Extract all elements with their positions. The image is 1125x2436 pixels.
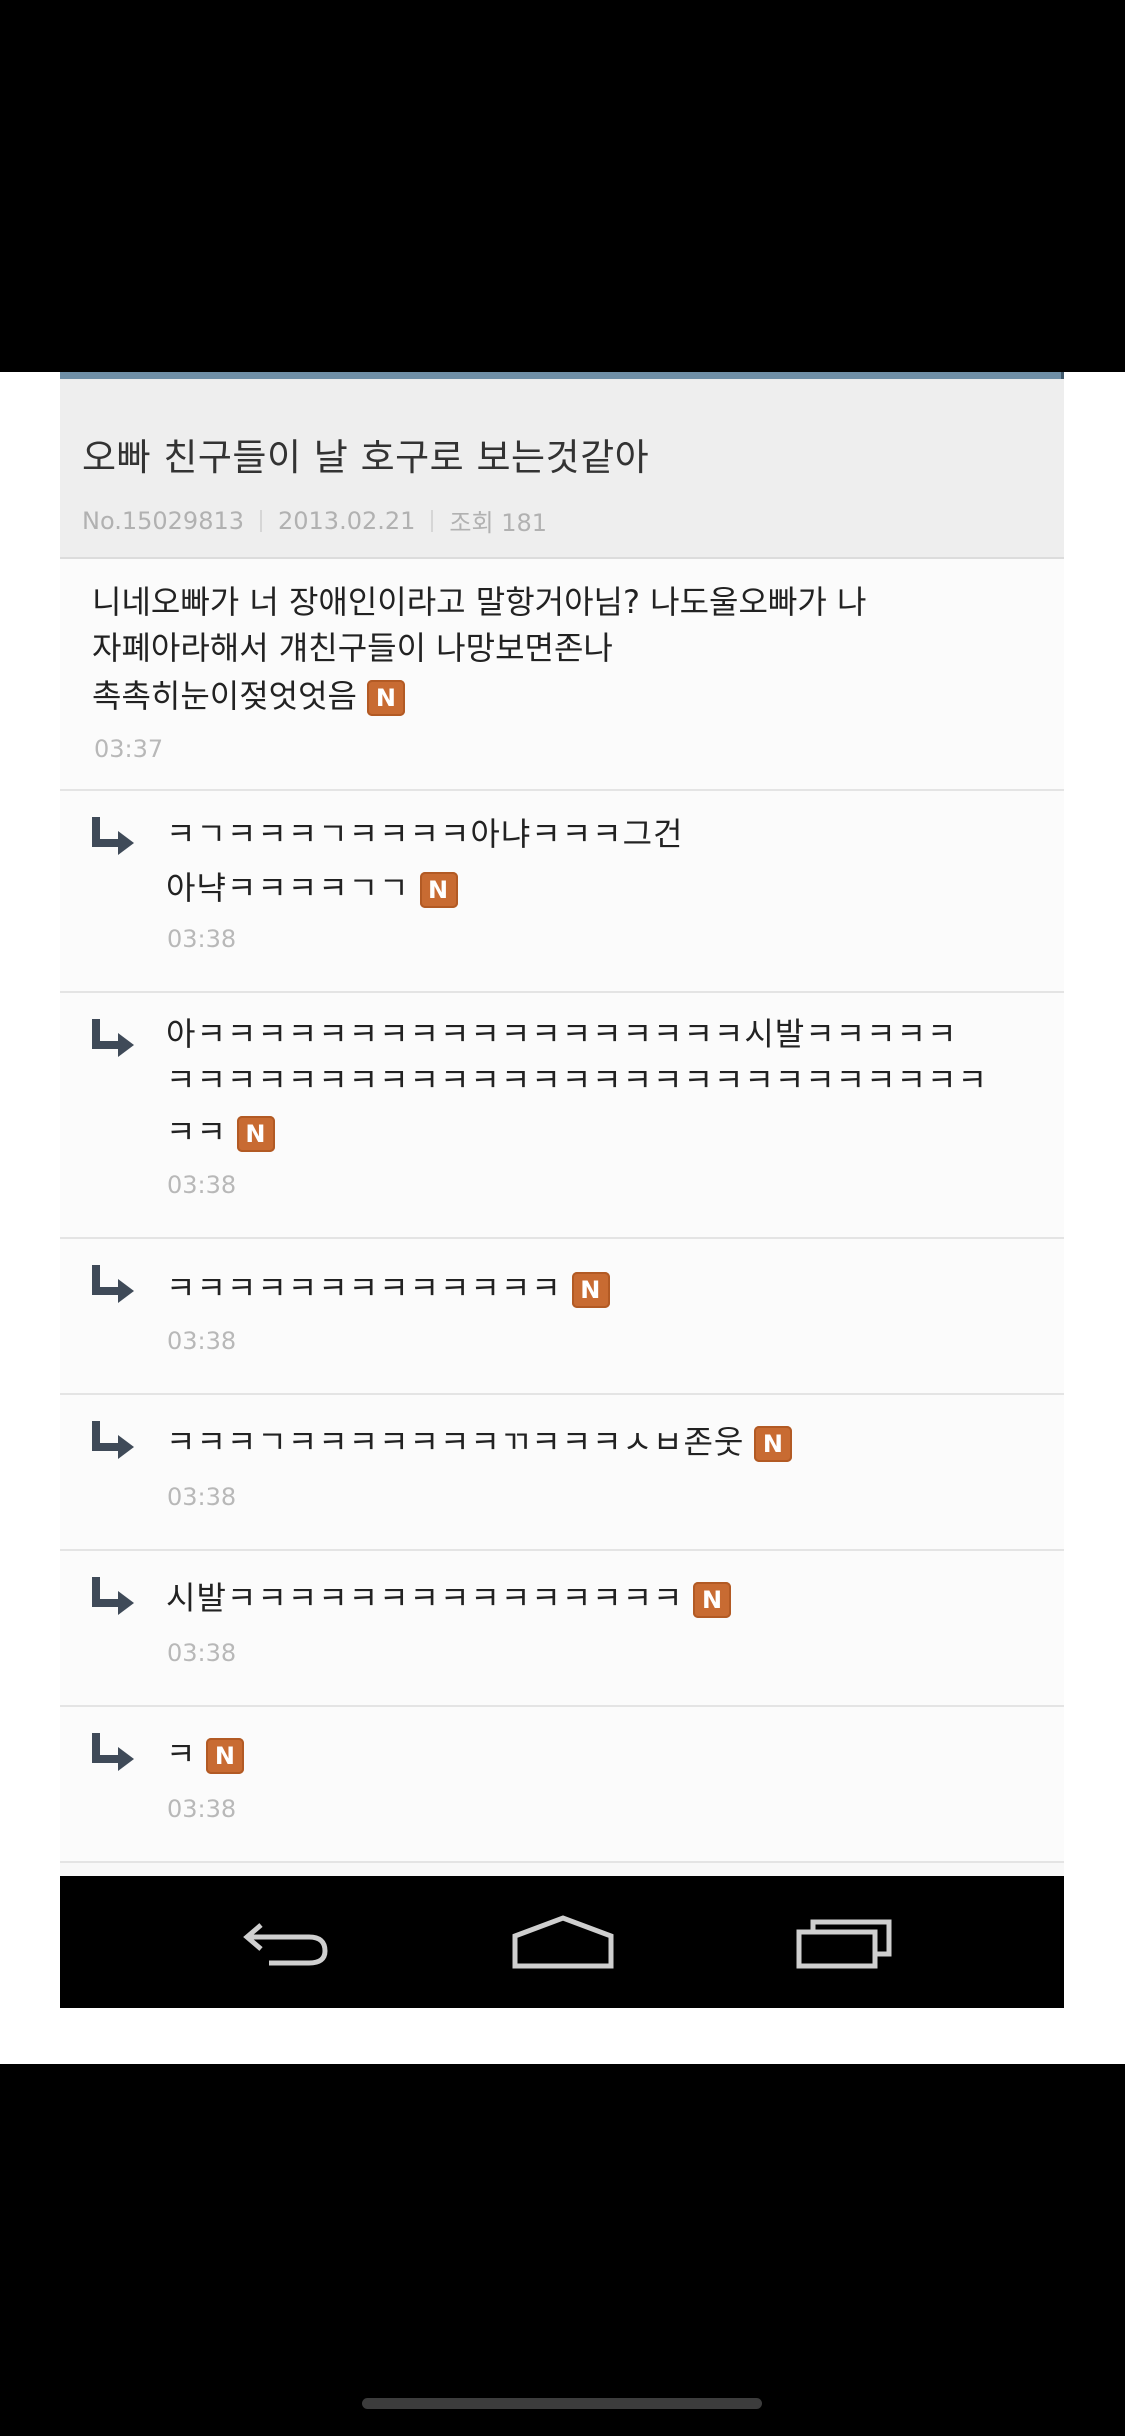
new-badge: N [419, 872, 458, 908]
reply-item[interactable]: ㅋㅋㅋㄱㅋㅋㅋㅋㅋㅋㅋㄲㅋㅋㅋㅅㅂ존웃 N 03:38 [60, 1395, 1064, 1551]
reply-text-line: ㅋㄱㅋㅋㅋㄱㅋㅋㅋㅋ아냐ㅋㅋㅋ그건 [166, 815, 684, 853]
meta-divider [260, 509, 262, 532]
post-header: 오빠 친구들이 날 호구로 보는것같아 No.15029813 2013.02.… [60, 379, 1064, 559]
reply-text: 아냑ㅋㅋㅋㅋㄱㄱ [166, 869, 410, 907]
reply-text: 시발ㅋㅋㅋㅋㅋㅋㅋㅋㅋㅋㅋㅋㅋㅋㅋ [166, 1579, 684, 1617]
recent-apps-button[interactable] [790, 1906, 900, 1978]
top-accent-line [60, 372, 1064, 379]
recent-apps-icon [796, 1919, 892, 1969]
home-indicator[interactable] [362, 2398, 762, 2409]
new-badge: N [754, 1426, 793, 1462]
post-body-line-text: 촉촉히눈이젖엇엇음 [92, 677, 357, 715]
reply-text-line: 아냑ㅋㅋㅋㅋㄱㄱ N [166, 863, 458, 909]
reply-text-line: ㅋㅋㅋㅋㅋㅋㅋㅋㅋㅋㅋㅋㅋㅋㅋㅋㅋㅋㅋㅋㅋㅋㅋㅋㅋㅋㅋ [166, 1061, 988, 1099]
reply-time: 03:38 [167, 925, 237, 953]
home-button[interactable] [508, 1906, 618, 1978]
new-badge: N [693, 1582, 732, 1618]
post-body: 니네오빠가 너 장애인이라고 말항거아님? 나도울오빠가 나 자폐아라해서 걔친… [60, 559, 1064, 791]
reply-arrow-icon [92, 1733, 134, 1771]
post-date: 2013.02.21 [278, 506, 416, 535]
meta-divider [431, 509, 434, 532]
reply-text-line: ㅋN [166, 1729, 245, 1775]
reply-text: ㅋㅋㅋㅋㅋㅋㅋㅋㅋㅋㅋㅋㅋ [166, 1269, 562, 1307]
android-nav-bar [60, 1876, 1064, 2008]
post-body-line: 자폐아라해서 걔친구들이 나망보면존나 [92, 629, 613, 667]
reply-arrow-icon [92, 1265, 134, 1303]
reply-time: 03:38 [167, 1795, 237, 1823]
reply-item[interactable]: ㅋN 03:38 [60, 1707, 1064, 1863]
reply-text-line: 아ㅋㅋㅋㅋㅋㅋㅋㅋㅋㅋㅋㅋㅋㅋㅋㅋㅋㅋ시발ㅋㅋㅋㅋㅋ [166, 1015, 958, 1053]
back-icon [243, 1923, 328, 1966]
reply-arrow-icon [92, 1577, 134, 1615]
new-badge: N [236, 1116, 275, 1152]
new-badge: N [571, 1272, 610, 1308]
post-body-line: 촉촉히눈이젖엇엇음 N [92, 671, 405, 717]
reply-time: 03:38 [167, 1639, 237, 1667]
new-badge: N [366, 680, 405, 716]
new-badge: N [206, 1738, 245, 1774]
post-title: 오빠 친구들이 날 호구로 보는것같아 [82, 436, 650, 479]
back-button[interactable] [232, 1906, 342, 1978]
app-screen: 오빠 친구들이 날 호구로 보는것같아 No.15029813 2013.02.… [60, 372, 1064, 2008]
reply-item[interactable]: ㅋㅋㅋㅋㅋㅋㅋㅋㅋㅋㅋㅋㅋ N 03:38 [60, 1239, 1064, 1395]
post-meta: No.15029813 2013.02.21 조회 181 [82, 503, 547, 538]
post-views: 조회 181 [449, 509, 548, 537]
reply-time: 03:38 [167, 1483, 237, 1511]
reply-text-line: ㅋㅋㅋㄱㅋㅋㅋㅋㅋㅋㅋㄲㅋㅋㅋㅅㅂ존웃 N [166, 1417, 793, 1463]
post-time: 03:37 [94, 735, 164, 763]
reply-arrow-icon [92, 817, 134, 855]
reply-text-line: ㅋㅋㅋㅋㅋㅋㅋㅋㅋㅋㅋㅋㅋ N [166, 1263, 610, 1309]
reply-text: ㅋ [166, 1735, 197, 1773]
reply-item[interactable]: ㅋㄱㅋㅋㅋㄱㅋㅋㅋㅋ아냐ㅋㅋㅋ그건 아냑ㅋㅋㅋㅋㄱㄱ N 03:38 [60, 791, 1064, 993]
reply-item[interactable]: 아ㅋㅋㅋㅋㅋㅋㅋㅋㅋㅋㅋㅋㅋㅋㅋㅋㅋㅋ시발ㅋㅋㅋㅋㅋ ㅋㅋㅋㅋㅋㅋㅋㅋㅋㅋㅋㅋㅋ… [60, 993, 1064, 1239]
post-body-line: 니네오빠가 너 장애인이라고 말항거아님? 나도울오빠가 나 [92, 583, 867, 621]
post-number: No.15029813 [82, 506, 244, 535]
reply-text-line: ㅋㅋ N [166, 1107, 275, 1153]
reply-text: ㅋㅋㅋㄱㅋㅋㅋㅋㅋㅋㅋㄲㅋㅋㅋㅅㅂ존웃 [166, 1423, 745, 1461]
reply-item[interactable]: 시발ㅋㅋㅋㅋㅋㅋㅋㅋㅋㅋㅋㅋㅋㅋㅋ N 03:38 [60, 1551, 1064, 1707]
reply-time: 03:38 [167, 1171, 237, 1199]
reply-text: ㅋㅋ [166, 1113, 227, 1151]
reply-arrow-icon [92, 1421, 134, 1459]
reply-time: 03:38 [167, 1327, 237, 1355]
reply-text-line: 시발ㅋㅋㅋㅋㅋㅋㅋㅋㅋㅋㅋㅋㅋㅋㅋ N [166, 1573, 732, 1619]
reply-arrow-icon [92, 1019, 134, 1057]
home-icon [512, 1915, 614, 1969]
